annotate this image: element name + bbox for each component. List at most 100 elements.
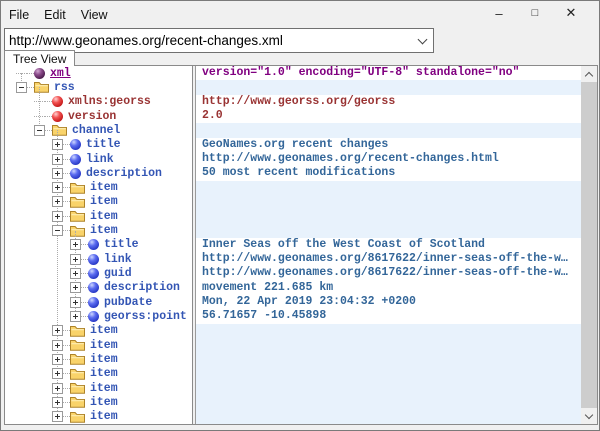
tree-indent xyxy=(5,287,70,288)
folder-icon xyxy=(70,353,85,365)
tree-row[interactable]: channel xyxy=(5,123,192,137)
tree-indent xyxy=(5,244,70,245)
expand-toggle[interactable] xyxy=(52,168,63,179)
tree-row[interactable]: item xyxy=(5,367,192,381)
xml-declaration-icon xyxy=(34,68,45,79)
tree-row[interactable]: item xyxy=(5,410,192,424)
expand-toggle[interactable] xyxy=(52,397,63,408)
tree-row[interactable]: item xyxy=(5,395,192,409)
expand-toggle[interactable] xyxy=(52,196,63,207)
scroll-up-button[interactable] xyxy=(581,66,597,82)
expand-toggle[interactable] xyxy=(52,411,63,422)
expand-toggle[interactable] xyxy=(52,383,63,394)
tree-connector xyxy=(45,116,52,117)
tree-row[interactable]: title xyxy=(5,238,192,252)
value-row: 2.0 xyxy=(196,109,581,123)
value-row xyxy=(196,410,581,424)
value-row xyxy=(196,223,581,237)
tree-indent xyxy=(5,345,52,346)
tree-row[interactable]: item xyxy=(5,181,192,195)
value-row xyxy=(196,381,581,395)
expand-toggle[interactable] xyxy=(16,82,27,93)
folder-icon xyxy=(34,81,49,93)
expand-toggle[interactable] xyxy=(52,154,63,165)
tree-row[interactable]: item xyxy=(5,223,192,237)
expand-toggle[interactable] xyxy=(52,325,63,336)
element-icon xyxy=(88,282,99,293)
expand-toggle[interactable] xyxy=(52,340,63,351)
tree-row[interactable]: pubDate xyxy=(5,295,192,309)
tree-row[interactable]: item xyxy=(5,324,192,338)
tree-connector xyxy=(27,73,34,74)
expand-toggle[interactable] xyxy=(70,239,81,250)
tree-row[interactable]: item xyxy=(5,352,192,366)
value-row xyxy=(196,352,581,366)
vertical-scrollbar[interactable] xyxy=(581,66,597,424)
tree-indent xyxy=(5,259,70,260)
scrollbar-thumb[interactable] xyxy=(581,82,597,408)
tree-row[interactable]: xml xyxy=(5,66,192,80)
expand-toggle[interactable] xyxy=(70,268,81,279)
close-button[interactable]: ✕ xyxy=(557,3,585,23)
expand-toggle[interactable] xyxy=(52,354,63,365)
tree-connector xyxy=(63,359,70,360)
expand-toggle[interactable] xyxy=(70,254,81,265)
tree-row[interactable]: rss xyxy=(5,80,192,94)
tree-row[interactable]: title xyxy=(5,138,192,152)
value-row: http://www.geonames.org/8617622/inner-se… xyxy=(196,252,581,266)
tree-indent xyxy=(5,159,52,160)
tree-indent xyxy=(5,216,52,217)
tree-row[interactable]: item xyxy=(5,209,192,223)
folder-icon xyxy=(70,411,85,423)
tree-row[interactable]: georss:point xyxy=(5,309,192,323)
tree-connector xyxy=(63,388,70,389)
tree-connector xyxy=(81,244,88,245)
minimize-button[interactable]: – xyxy=(485,3,513,23)
url-input[interactable] xyxy=(5,33,411,48)
tree-row[interactable]: version xyxy=(5,109,192,123)
maximize-button[interactable]: □ xyxy=(521,3,549,23)
expand-toggle[interactable] xyxy=(52,182,63,193)
expand-toggle[interactable] xyxy=(52,211,63,222)
folder-icon xyxy=(70,210,85,222)
value-row: http://www.geonames.org/recent-changes.h… xyxy=(196,152,581,166)
tree-row[interactable]: xmlns:georss xyxy=(5,95,192,109)
tree-row[interactable]: item xyxy=(5,381,192,395)
folder-icon xyxy=(70,396,85,408)
tab-tree-view[interactable]: Tree View xyxy=(4,50,75,66)
tree-node-label: description xyxy=(86,167,162,180)
tree-row[interactable]: description xyxy=(5,281,192,295)
element-icon xyxy=(88,297,99,308)
tree-row[interactable]: description xyxy=(5,166,192,180)
folder-icon xyxy=(70,196,85,208)
tree-node-label: description xyxy=(104,281,180,294)
tree-node-label: item xyxy=(90,324,118,337)
folder-icon xyxy=(70,368,85,380)
menu-edit[interactable]: Edit xyxy=(37,5,73,25)
tree-row[interactable]: item xyxy=(5,338,192,352)
tree-row[interactable]: item xyxy=(5,195,192,209)
tree-row[interactable]: guid xyxy=(5,266,192,280)
scroll-down-button[interactable] xyxy=(581,408,597,424)
expand-toggle[interactable] xyxy=(70,282,81,293)
tree-connector xyxy=(63,201,70,202)
folder-icon xyxy=(70,382,85,394)
expand-toggle[interactable] xyxy=(70,311,81,322)
expand-toggle[interactable] xyxy=(34,125,45,136)
value-row xyxy=(196,195,581,209)
value-row: Inner Seas off the West Coast of Scotlan… xyxy=(196,238,581,252)
expand-toggle[interactable] xyxy=(52,225,63,236)
tree-row[interactable]: link xyxy=(5,252,192,266)
menu-view[interactable]: View xyxy=(74,5,115,25)
expand-toggle[interactable] xyxy=(52,139,63,150)
tree-connector xyxy=(81,259,88,260)
menu-file[interactable]: File xyxy=(2,5,36,25)
dropdown-arrow-icon[interactable] xyxy=(411,29,433,52)
tree-indent xyxy=(5,187,52,188)
value-row xyxy=(196,80,581,94)
xml-tree-pane: xmlrssxmlns:georssversionchanneltitlelin… xyxy=(5,66,192,424)
expand-toggle[interactable] xyxy=(70,297,81,308)
tree-row[interactable]: link xyxy=(5,152,192,166)
value-row: Mon, 22 Apr 2019 23:04:32 +0200 xyxy=(196,295,581,309)
expand-toggle[interactable] xyxy=(52,368,63,379)
